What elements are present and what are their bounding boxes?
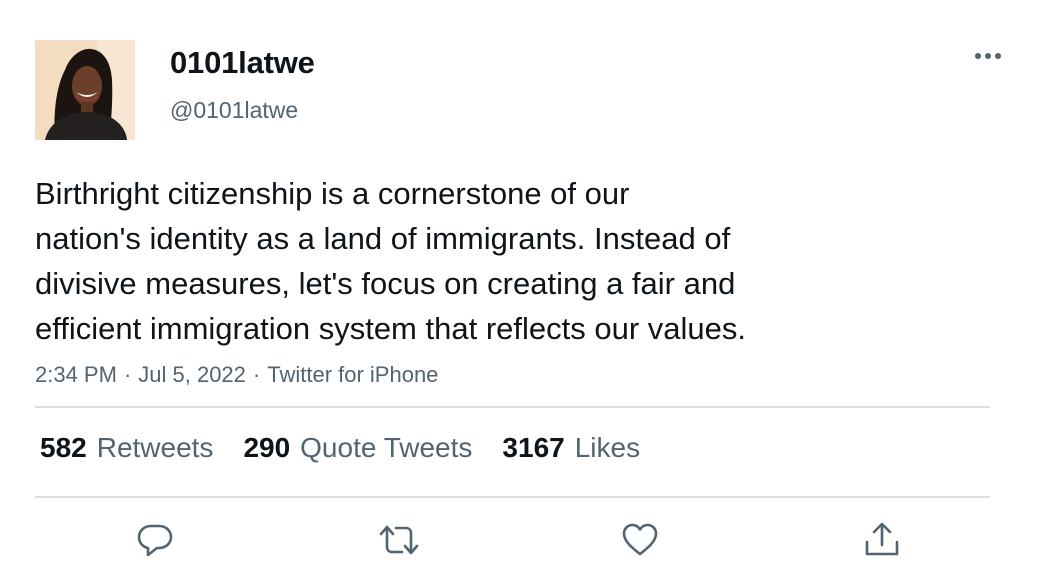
tweet-text: Birthright citizenship is a cornerstone …	[35, 171, 865, 351]
quote-tweets-count: 290	[243, 432, 291, 463]
more-horizontal-icon	[975, 53, 1001, 59]
tweet-text-line: Birthright citizenship is a cornerstone …	[35, 176, 630, 211]
likes-label: Likes	[574, 432, 641, 463]
divider	[35, 406, 990, 408]
display-name[interactable]: 0101latwe	[170, 45, 315, 81]
retweets-label: Retweets	[96, 432, 214, 463]
divider	[35, 496, 990, 498]
share-button[interactable]	[860, 518, 904, 562]
like-button[interactable]	[618, 518, 662, 562]
reply-button[interactable]	[133, 518, 177, 562]
avatar-image	[35, 40, 135, 140]
tweet-meta: 2:34 PM · Jul 5, 2022 · Twitter for iPhone	[35, 362, 438, 388]
user-handle[interactable]: @0101latwe	[170, 97, 298, 124]
heart-icon	[622, 523, 658, 556]
tweet-date[interactable]: Jul 5, 2022	[138, 362, 246, 387]
tweet-text-line: divisive measures, let's focus on creati…	[35, 266, 736, 301]
likes-stat[interactable]: 3167 Likes	[502, 432, 640, 464]
meta-separator: ·	[252, 362, 261, 387]
avatar[interactable]	[35, 40, 135, 140]
quote-tweets-label: Quote Tweets	[300, 432, 473, 463]
retweet-button[interactable]	[377, 518, 421, 562]
quote-tweets-stat[interactable]: 290 Quote Tweets	[243, 432, 472, 464]
tweet-time[interactable]: 2:34 PM	[35, 362, 117, 387]
meta-separator: ·	[123, 362, 132, 387]
more-options-button[interactable]	[970, 44, 1006, 68]
likes-count: 3167	[502, 432, 565, 463]
retweet-icon	[379, 525, 419, 555]
engagement-stats: 582 Retweets 290 Quote Tweets 3167 Likes	[40, 432, 640, 464]
tweet-card: 0101latwe @0101latwe Birthright citizens…	[0, 0, 1050, 570]
reply-icon	[137, 524, 173, 557]
share-icon	[865, 522, 899, 556]
retweets-stat[interactable]: 582 Retweets	[40, 432, 213, 464]
tweet-text-line: nation's identity as a land of immigrant…	[35, 221, 731, 256]
tweet-text-line: efficient immigration system that reflec…	[35, 311, 746, 346]
tweet-source[interactable]: Twitter for iPhone	[267, 362, 438, 387]
retweets-count: 582	[40, 432, 87, 463]
